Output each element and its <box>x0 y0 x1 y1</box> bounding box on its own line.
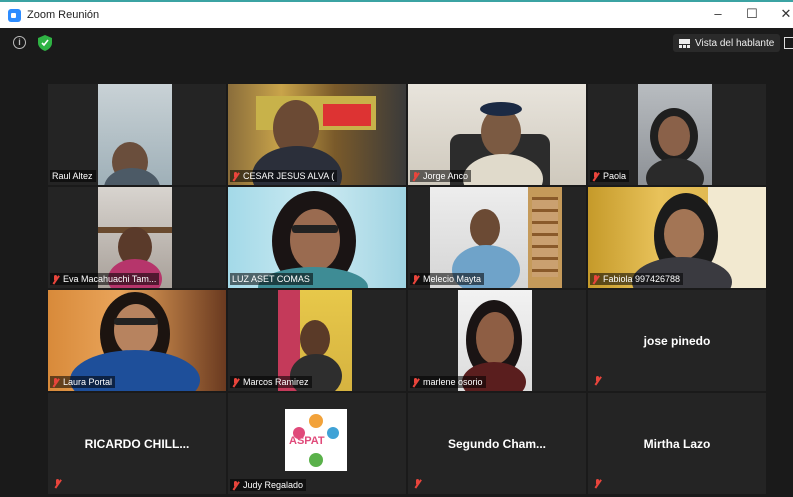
maximize-button[interactable]: ☐ <box>742 6 762 22</box>
speaker-view-button[interactable]: Vista del hablante <box>673 34 781 52</box>
window-title: Zoom Reunión <box>27 9 100 21</box>
participant-name-label: Raul Altez <box>50 170 96 182</box>
participant-tile-video-off[interactable]: RICARDO CHILL... <box>48 393 226 494</box>
participant-tile-video-off[interactable]: Segundo Cham... <box>408 393 586 494</box>
speaker-view-label: Vista del hablante <box>695 37 775 49</box>
participant-tile[interactable]: Laura Portal <box>48 290 226 391</box>
video-feed <box>98 84 172 185</box>
participant-name: LUZ ASET COMAS <box>232 274 310 284</box>
muted-mic-icon <box>232 480 240 490</box>
participant-name: Eva Macahuachi Tam... <box>63 274 157 284</box>
participant-name-label: CESAR JESUS ALVA ( <box>230 170 338 182</box>
participant-tile[interactable]: Raul Altez <box>48 84 226 185</box>
participant-tile[interactable]: CESAR JESUS ALVA ( <box>228 84 406 185</box>
participant-tile-video-off[interactable]: Mirtha Lazo <box>588 393 766 494</box>
info-icon[interactable]: i <box>13 36 26 49</box>
participant-name-label: Eva Macahuachi Tam... <box>50 273 160 285</box>
fullscreen-icon[interactable] <box>784 37 793 49</box>
participant-tile[interactable]: Fabiola 997426788 <box>588 187 766 288</box>
muted-mic-icon <box>592 171 600 181</box>
participant-tile[interactable]: Melecio Mayta <box>408 187 586 288</box>
close-button[interactable]: ✕ <box>776 6 793 22</box>
participant-grid: Raul Altez CESAR JESUS ALVA ( Jorge Anco… <box>48 84 766 496</box>
shield-icon[interactable] <box>38 35 52 51</box>
logo-text: ASPAT <box>289 435 325 447</box>
aspat-logo: ASPAT <box>285 409 347 471</box>
participant-tile-video-off[interactable]: jose pinedo <box>588 290 766 391</box>
participant-name-label: Paola <box>590 170 630 182</box>
zoom-app-icon <box>8 8 21 22</box>
video-feed <box>638 84 712 185</box>
participant-name: Segundo Cham... <box>447 436 546 451</box>
participant-tile[interactable]: Paola <box>588 84 766 185</box>
title-bar: Zoom Reunión – ☐ ✕ <box>0 0 793 28</box>
participant-name: Judy Regalado <box>243 480 304 490</box>
muted-mic-icon <box>414 479 422 488</box>
participant-tile[interactable]: Jorge Anco <box>408 84 586 185</box>
muted-mic-icon <box>232 171 240 181</box>
participant-name: Fabiola 997426788 <box>603 274 681 284</box>
participant-name: marlene osorio <box>423 377 483 387</box>
grid-icon <box>679 38 690 48</box>
muted-mic-icon <box>52 274 60 284</box>
participant-name: Laura Portal <box>63 377 113 387</box>
muted-mic-icon <box>594 479 602 488</box>
participant-name: Jorge Anco <box>423 171 469 181</box>
participant-name-label: marlene osorio <box>410 376 486 388</box>
participant-name-label: LUZ ASET COMAS <box>230 273 313 285</box>
muted-mic-icon <box>52 377 60 387</box>
muted-mic-icon <box>412 377 420 387</box>
participant-name-label: Marcos Ramirez <box>230 376 312 388</box>
participant-name: Melecio Mayta <box>423 274 482 284</box>
meeting-toolbar: i Vista del hablante <box>0 28 793 60</box>
participant-name-label: Laura Portal <box>50 376 116 388</box>
participant-name-label: Judy Regalado <box>230 479 307 491</box>
participant-name: jose pinedo <box>643 333 711 348</box>
muted-mic-icon <box>412 274 420 284</box>
participant-name-label: Melecio Mayta <box>410 273 485 285</box>
participant-name: CESAR JESUS ALVA ( <box>243 171 335 181</box>
muted-mic-icon <box>54 479 62 488</box>
muted-mic-icon <box>594 376 602 385</box>
participant-tile[interactable]: ASPAT Judy Regalado <box>228 393 406 494</box>
participant-tile[interactable]: Marcos Ramirez <box>228 290 406 391</box>
participant-name: Mirtha Lazo <box>643 436 711 451</box>
participant-tile[interactable]: marlene osorio <box>408 290 586 391</box>
participant-name-label: Fabiola 997426788 <box>590 273 684 285</box>
participant-name-label: Jorge Anco <box>410 170 472 182</box>
participant-name: Marcos Ramirez <box>243 377 309 387</box>
minimize-button[interactable]: – <box>708 6 728 21</box>
muted-mic-icon <box>412 171 420 181</box>
participant-name: Raul Altez <box>52 171 93 181</box>
participant-name: Paola <box>603 171 627 181</box>
muted-mic-icon <box>232 377 240 387</box>
muted-mic-icon <box>592 274 600 284</box>
participant-tile-active-speaker[interactable]: LUZ ASET COMAS <box>228 187 406 288</box>
participant-name: RICARDO CHILL... <box>84 436 190 451</box>
participant-tile[interactable]: Eva Macahuachi Tam... <box>48 187 226 288</box>
